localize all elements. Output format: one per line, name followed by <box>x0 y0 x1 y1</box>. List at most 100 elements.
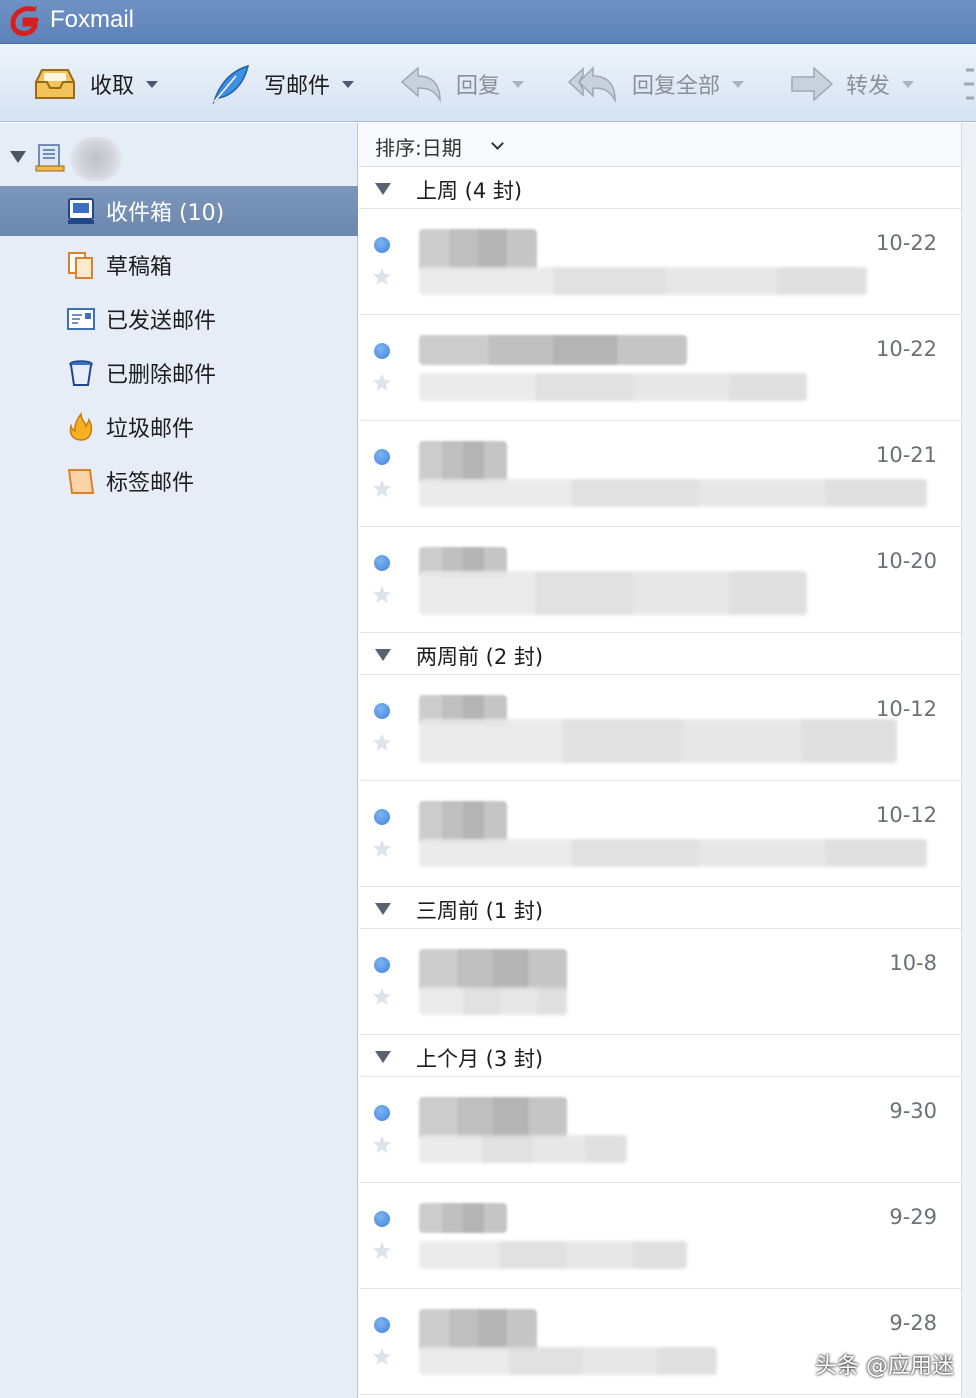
subject-redacted <box>419 571 807 615</box>
subject-redacted <box>419 1347 717 1375</box>
star-icon[interactable] <box>372 839 392 859</box>
account-name-redacted <box>70 137 122 181</box>
title-bar: Foxmail <box>0 0 976 44</box>
reply-all-dropdown-icon[interactable] <box>732 80 745 88</box>
folder-inbox[interactable]: 收件箱 (10) <box>0 186 358 236</box>
star-icon[interactable] <box>372 1347 392 1367</box>
star-icon[interactable] <box>372 733 392 753</box>
mail-item[interactable]: 10-12 <box>359 675 961 781</box>
foxmail-logo-icon <box>10 6 39 36</box>
mail-date: 10-8 <box>889 951 937 975</box>
unread-dot-icon[interactable] <box>374 1317 390 1333</box>
group-label: 上个月 (3 封) <box>416 1047 544 1071</box>
mail-date: 9-28 <box>889 1311 937 1335</box>
unread-dot-icon[interactable] <box>374 809 390 825</box>
group-header[interactable]: 上个月 (3 封) <box>359 1035 961 1077</box>
star-icon[interactable] <box>372 987 392 1007</box>
star-icon[interactable] <box>372 267 392 287</box>
star-icon[interactable] <box>372 1135 392 1155</box>
unread-dot-icon[interactable] <box>374 343 390 359</box>
account-server-icon <box>35 144 65 172</box>
mail-item[interactable]: 9-29 <box>359 1183 961 1289</box>
mail-list-scrollbar[interactable] <box>961 123 976 1398</box>
compose-button[interactable]: 写邮件 <box>206 62 355 106</box>
folder-deleted[interactable]: 已删除邮件 <box>0 348 358 398</box>
unread-dot-icon[interactable] <box>374 1105 390 1121</box>
tag-icon <box>67 469 95 494</box>
unread-dot-icon[interactable] <box>374 703 390 719</box>
mail-date: 10-12 <box>875 697 937 721</box>
subject-redacted <box>419 987 567 1015</box>
group-header[interactable]: 三周前 (1 封) <box>359 887 961 929</box>
sort-bar[interactable]: 排序:日期 <box>359 123 961 167</box>
group-label: 三周前 (1 封) <box>416 899 544 923</box>
mail-item[interactable]: 10-12 <box>359 781 961 887</box>
unread-dot-icon[interactable] <box>374 957 390 973</box>
unread-dot-icon[interactable] <box>374 449 390 465</box>
collapse-arrow-icon[interactable] <box>10 151 26 163</box>
toolbar: 收取 写邮件 回复 回复全部 转发 <box>0 44 976 122</box>
account-node[interactable] <box>0 131 358 181</box>
mail-date: 10-20 <box>875 549 937 573</box>
forward-arrow-icon <box>791 66 834 102</box>
reply-label: 回复 <box>456 74 501 99</box>
unread-dot-icon[interactable] <box>374 555 390 571</box>
more-tools-icon[interactable] <box>960 66 976 102</box>
unread-dot-icon[interactable] <box>374 1211 390 1227</box>
receive-button[interactable]: 收取 <box>32 62 159 106</box>
collapse-arrow-icon[interactable] <box>375 649 391 661</box>
sender-redacted <box>419 335 687 365</box>
folder-junk[interactable]: 垃圾邮件 <box>0 402 358 452</box>
sort-label: 排序:日期 <box>375 136 462 160</box>
sender-redacted <box>419 441 507 483</box>
subject-redacted <box>419 1135 627 1163</box>
compose-dropdown-icon[interactable] <box>342 80 355 88</box>
mail-item[interactable]: 10-8 <box>359 929 961 1035</box>
mail-item[interactable]: 10-20 <box>359 527 961 633</box>
chevron-down-icon[interactable] <box>491 137 504 150</box>
reply-all-button[interactable]: 回复全部 <box>566 62 745 106</box>
folder-drafts[interactable]: 草稿箱 <box>0 240 358 290</box>
collapse-arrow-icon[interactable] <box>375 1051 391 1063</box>
subject-redacted <box>419 373 807 401</box>
receive-label: 收取 <box>90 74 135 99</box>
inbox-tray-icon <box>35 69 75 99</box>
sender-redacted <box>419 229 537 271</box>
mail-item[interactable]: 9-30 <box>359 1077 961 1183</box>
folder-label: 标签邮件 <box>106 471 195 496</box>
feather-pen-icon <box>212 64 250 104</box>
compose-label: 写邮件 <box>264 74 331 99</box>
forward-dropdown-icon[interactable] <box>902 80 915 88</box>
forward-button[interactable]: 转发 <box>788 62 915 106</box>
unread-dot-icon[interactable] <box>374 237 390 253</box>
mail-item[interactable]: 10-22 <box>359 209 961 315</box>
mail-item[interactable]: 10-21 <box>359 421 961 527</box>
mail-date: 10-22 <box>875 337 937 361</box>
sender-redacted <box>419 1203 507 1233</box>
sent-icon <box>67 308 95 330</box>
reply-button[interactable]: 回复 <box>398 62 525 106</box>
group-header[interactable]: 上周 (4 封) <box>359 167 961 209</box>
trash-icon <box>69 360 93 386</box>
reply-all-label: 回复全部 <box>632 74 721 99</box>
drafts-icon <box>68 252 93 279</box>
star-icon[interactable] <box>372 373 392 393</box>
reply-all-arrow-icon <box>567 66 616 103</box>
group-header[interactable]: 两周前 (2 封) <box>359 633 961 675</box>
folder-tagged[interactable]: 标签邮件 <box>0 456 358 506</box>
subject-redacted <box>419 719 897 763</box>
reply-arrow-icon <box>400 66 441 103</box>
star-icon[interactable] <box>372 1241 392 1261</box>
star-icon[interactable] <box>372 479 392 499</box>
folder-pane: 收件箱 (10) 草稿箱 已发送邮件 已删除邮件 垃圾邮件 标签邮件 <box>0 123 358 1398</box>
collapse-arrow-icon[interactable] <box>375 903 391 915</box>
receive-dropdown-icon[interactable] <box>146 80 159 88</box>
reply-dropdown-icon[interactable] <box>512 80 525 88</box>
collapse-arrow-icon[interactable] <box>375 183 391 195</box>
mail-item[interactable]: 10-22 <box>359 315 961 421</box>
star-icon[interactable] <box>372 585 392 605</box>
mail-date: 10-12 <box>875 803 937 827</box>
folder-sent[interactable]: 已发送邮件 <box>0 294 358 344</box>
folder-label: 草稿箱 <box>106 255 173 280</box>
mail-date: 10-22 <box>875 231 937 255</box>
